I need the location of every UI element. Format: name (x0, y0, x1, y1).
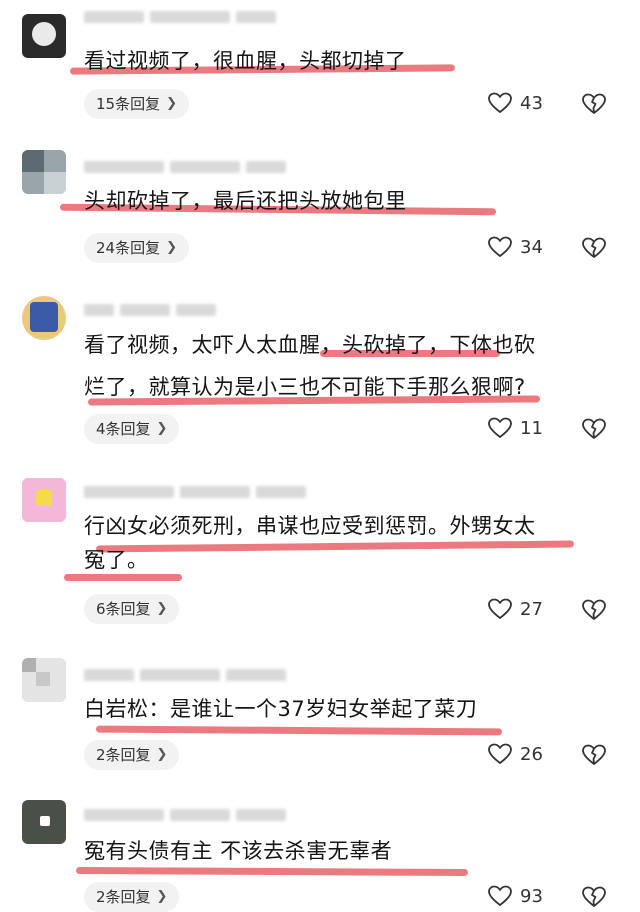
highlight-underline (75, 866, 469, 877)
comment-text: 看过视频了，很血腥，头都切掉了 (84, 44, 614, 78)
broken-heart-icon (582, 418, 606, 439)
like-count: 93 (520, 885, 543, 907)
like-button[interactable]: 11 (488, 417, 543, 439)
chevron-right-icon: ❯ (166, 96, 177, 111)
like-count: 43 (520, 92, 543, 114)
comment-text: 头却砍掉了，最后还把头放她包里 (84, 184, 614, 218)
like-button[interactable]: 27 (488, 598, 543, 620)
comment-meta-blurred (84, 160, 286, 174)
comment-text-line: 头却砍掉了，最后还把头放她包里 (84, 189, 407, 213)
comment-text-line: 白岩松：是谁让一个37岁妇女举起了菜刀 (84, 697, 478, 721)
like-button[interactable]: 34 (488, 236, 543, 258)
broken-heart-icon (582, 237, 606, 258)
comment-text-line: 看了视频，太吓人太血腥，头砍掉了，下体也砍 (84, 333, 536, 357)
like-count: 34 (520, 236, 543, 258)
replies-label: 4条回复 (96, 420, 151, 438)
comment-text-line: 烂了，就算认为是小三也不可能下手那么狠啊? (84, 375, 526, 399)
heart-outline-icon (488, 598, 512, 620)
replies-label: 2条回复 (96, 888, 151, 906)
heart-outline-icon (488, 417, 512, 439)
comment-text: 白岩松：是谁让一个37岁妇女举起了菜刀 (84, 692, 614, 726)
view-replies-button[interactable]: 24条回复 ❯ (84, 233, 189, 263)
comment-meta-blurred (84, 668, 286, 682)
chevron-right-icon: ❯ (156, 889, 168, 904)
comment-meta-blurred (84, 303, 216, 317)
comment-meta-blurred (84, 10, 276, 24)
comment-text-line: 行凶女必须死刑，串谋也应受到惩罚。外甥女太 (84, 514, 536, 538)
dislike-button[interactable] (582, 886, 606, 910)
chevron-right-icon: ❯ (166, 240, 177, 255)
like-count: 27 (520, 598, 543, 620)
avatar[interactable] (22, 296, 66, 340)
broken-heart-icon (582, 886, 606, 907)
dislike-button[interactable] (582, 418, 606, 442)
comment-text-line: 冤有头债有主 不该去杀害无辜者 (84, 839, 393, 863)
comment-meta-blurred (84, 808, 286, 822)
avatar[interactable] (22, 150, 66, 194)
heart-outline-icon (488, 92, 512, 114)
dislike-button[interactable] (582, 744, 606, 768)
comment-text-line: 看过视频了，很血腥，头都切掉了 (84, 49, 407, 73)
like-count: 11 (520, 417, 543, 439)
like-button[interactable]: 43 (488, 92, 543, 114)
highlight-underline (95, 725, 503, 736)
chevron-right-icon: ❯ (156, 421, 168, 436)
heart-outline-icon (488, 885, 512, 907)
replies-label: 24条回复 (96, 239, 161, 257)
dislike-button[interactable] (582, 93, 606, 117)
comment-text-line: 冤了。 (84, 548, 149, 572)
broken-heart-icon (582, 93, 606, 114)
comment-text: 看了视频，太吓人太血腥，头砍掉了，下体也砍 烂了，就算认为是小三也不可能下手那么… (84, 328, 614, 404)
broken-heart-icon (582, 744, 606, 765)
avatar[interactable] (22, 658, 66, 702)
comment-text: 行凶女必须死刑，串谋也应受到惩罚。外甥女太 冤了。 (84, 509, 614, 577)
view-replies-button[interactable]: 2条回复 ❯ (84, 882, 180, 912)
replies-label: 15条回复 (96, 95, 161, 113)
like-count: 26 (520, 743, 543, 765)
view-replies-button[interactable]: 2条回复 ❯ (84, 740, 180, 770)
view-replies-button[interactable]: 6条回复 ❯ (84, 594, 180, 624)
view-replies-button[interactable]: 4条回复 ❯ (84, 414, 180, 444)
dislike-button[interactable] (582, 237, 606, 261)
chevron-right-icon: ❯ (156, 601, 168, 616)
comment-meta-blurred (84, 485, 306, 499)
avatar[interactable] (22, 478, 66, 522)
heart-outline-icon (488, 743, 512, 765)
broken-heart-icon (582, 599, 606, 620)
like-button[interactable]: 26 (488, 743, 543, 765)
replies-label: 6条回复 (96, 600, 151, 618)
dislike-button[interactable] (582, 599, 606, 623)
chevron-right-icon: ❯ (156, 747, 168, 762)
replies-label: 2条回复 (96, 746, 151, 764)
heart-outline-icon (488, 236, 512, 258)
like-button[interactable]: 93 (488, 885, 543, 907)
view-replies-button[interactable]: 15条回复 ❯ (84, 89, 189, 119)
avatar[interactable] (22, 14, 66, 58)
avatar[interactable] (22, 800, 66, 844)
comment-text: 冤有头债有主 不该去杀害无辜者 (84, 834, 614, 868)
